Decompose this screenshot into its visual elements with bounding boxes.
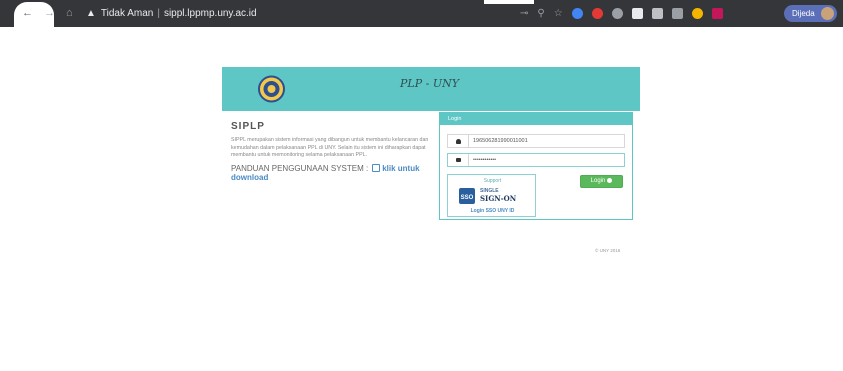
sso-signon-text: SIGN-ON: [480, 194, 517, 203]
extension-icon[interactable]: [611, 8, 623, 19]
extension-icon[interactable]: [631, 8, 643, 19]
home-icon[interactable]: ⌂: [66, 6, 73, 20]
username-field: [447, 134, 625, 148]
username-input[interactable]: [468, 135, 624, 147]
url-separator: |: [157, 8, 160, 19]
overlay-strip: [484, 0, 534, 4]
guide-label: PANDUAN PENGGUNAAN SYSTEM :: [231, 164, 369, 173]
user-addon: [448, 135, 468, 147]
sso-badge-text: SSO: [461, 195, 474, 201]
forward-arrow-icon[interactable]: →: [44, 6, 55, 20]
extension-icon[interactable]: [571, 8, 583, 19]
url-text: sippl.lppmp.uny.ac.id: [163, 8, 257, 19]
login-button[interactable]: Login: [580, 175, 623, 188]
password-field: [447, 153, 625, 167]
password-input[interactable]: [468, 154, 624, 166]
profile-button[interactable]: Dijeda: [784, 5, 837, 22]
lock-icon: [455, 158, 461, 162]
extension-icon[interactable]: [651, 8, 663, 19]
extension-icon[interactable]: [591, 8, 603, 19]
extension-icon[interactable]: [671, 8, 683, 19]
key-icon[interactable]: ⊸: [520, 8, 528, 19]
app-description: SIPPL merupakan sistem informasi yang di…: [231, 137, 429, 158]
login-button-label: Login: [590, 178, 606, 184]
sso-login-link[interactable]: Login SSO UNY ID: [448, 208, 537, 214]
avatar: [820, 7, 834, 20]
lock-addon: [448, 154, 468, 166]
arrow-circle-icon: [607, 178, 613, 183]
warning-icon: ▲: [86, 8, 96, 19]
sso-support-label: Support: [483, 178, 502, 184]
login-heading: Login: [440, 113, 632, 125]
brand-title: PLP - UNY: [400, 77, 459, 90]
extension-icon[interactable]: [711, 8, 723, 19]
extension-tray: ⊸ ⚲ ☆: [520, 6, 723, 21]
security-status: Tidak Aman: [100, 8, 154, 19]
profile-name: Dijeda: [792, 9, 815, 18]
user-icon: [455, 138, 461, 144]
sso-login-box[interactable]: Support SSO SINGLE SIGN-ON Login SSO UNY…: [447, 174, 536, 217]
university-logo-icon: [258, 75, 285, 103]
document-icon: [372, 164, 381, 172]
login-panel: Login Support SSO SINGLE SIGN-ON Login S…: [439, 112, 633, 220]
sso-logo-icon: SSO: [459, 188, 475, 204]
app-title: SIPLP: [231, 121, 265, 132]
back-arrow-icon[interactable]: ←: [22, 6, 33, 20]
browser-toolbar: ← → ⌂ ▲ Tidak Aman | sippl.lppmp.uny.ac.…: [0, 0, 843, 28]
copyright-text: © UNY 2016: [595, 248, 621, 253]
guide-section: PANDUAN PENGGUNAAN SYSTEM : klik untuk do…: [231, 164, 441, 182]
address-bar[interactable]: ▲ Tidak Aman | sippl.lppmp.uny.ac.id: [86, 5, 446, 22]
star-icon[interactable]: ☆: [554, 8, 563, 19]
extension-icon[interactable]: [691, 8, 703, 19]
zoom-icon[interactable]: ⚲: [537, 8, 544, 19]
